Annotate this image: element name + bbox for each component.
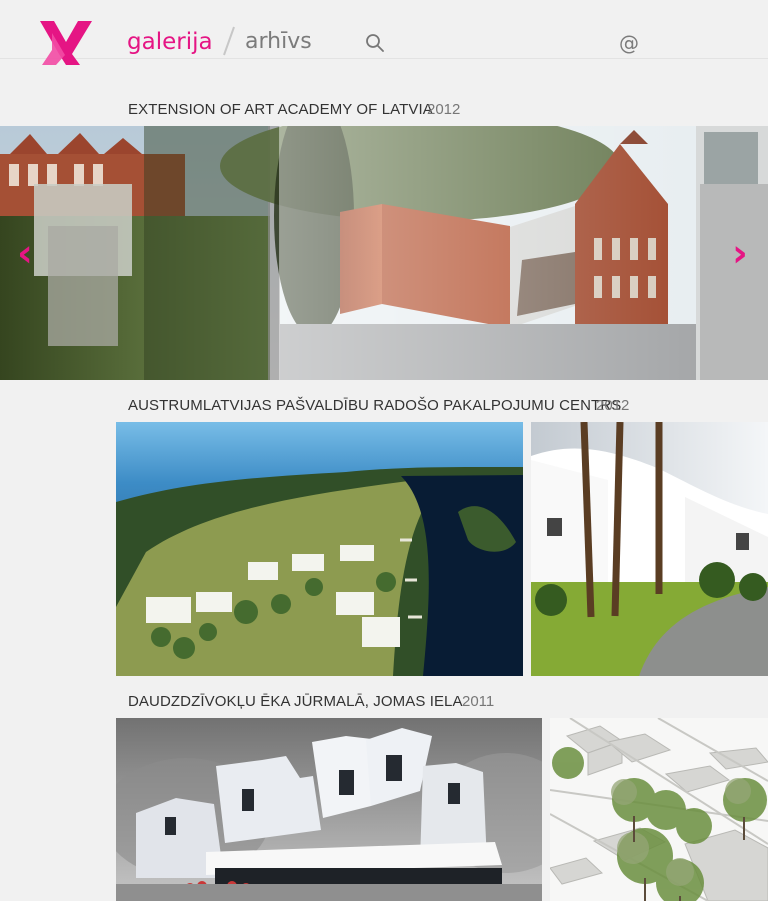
nav-gallery[interactable]: galerija — [127, 27, 213, 57]
search-button[interactable] — [364, 32, 386, 54]
carousel-prev-button[interactable]: ‹ — [13, 234, 37, 272]
project-year-jurmala: 2011 — [462, 693, 495, 710]
site-header: galerija arhīvs @ — [0, 0, 768, 65]
project-year-austrumlatvijas: 2012 — [596, 397, 630, 414]
search-icon — [366, 34, 384, 52]
nav-archive[interactable]: arhīvs — [245, 27, 312, 57]
project-title-jurmala[interactable]: DAUDZDZĪVOKĻU ĒKA JŪRMALĀ, JOMAS IELA — [128, 693, 463, 710]
art-academy-carousel[interactable] — [0, 126, 768, 380]
gallery-page: galerija arhīvs @ EXTENSION OF ART ACADE… — [0, 0, 768, 901]
project-year-art-academy: 2012 — [427, 101, 461, 118]
austrumlatvijas-image-2[interactable] — [531, 422, 768, 676]
divider-slash — [223, 26, 235, 56]
ya-logo-icon[interactable] — [38, 19, 96, 67]
carousel-next-button[interactable]: › — [728, 234, 752, 272]
contact-button[interactable]: @ — [619, 29, 639, 57]
austrumlatvijas-image-1[interactable] — [116, 422, 523, 676]
jurmala-image-1[interactable] — [116, 718, 542, 901]
jurmala-image-2[interactable] — [550, 718, 768, 901]
project-title-art-academy[interactable]: EXTENSION OF ART ACADEMY OF LATVIA — [128, 101, 433, 118]
project-title-austrumlatvijas[interactable]: AUSTRUMLATVIJAS PAŠVALDĪBU RADOŠO PAKALP… — [128, 397, 621, 414]
